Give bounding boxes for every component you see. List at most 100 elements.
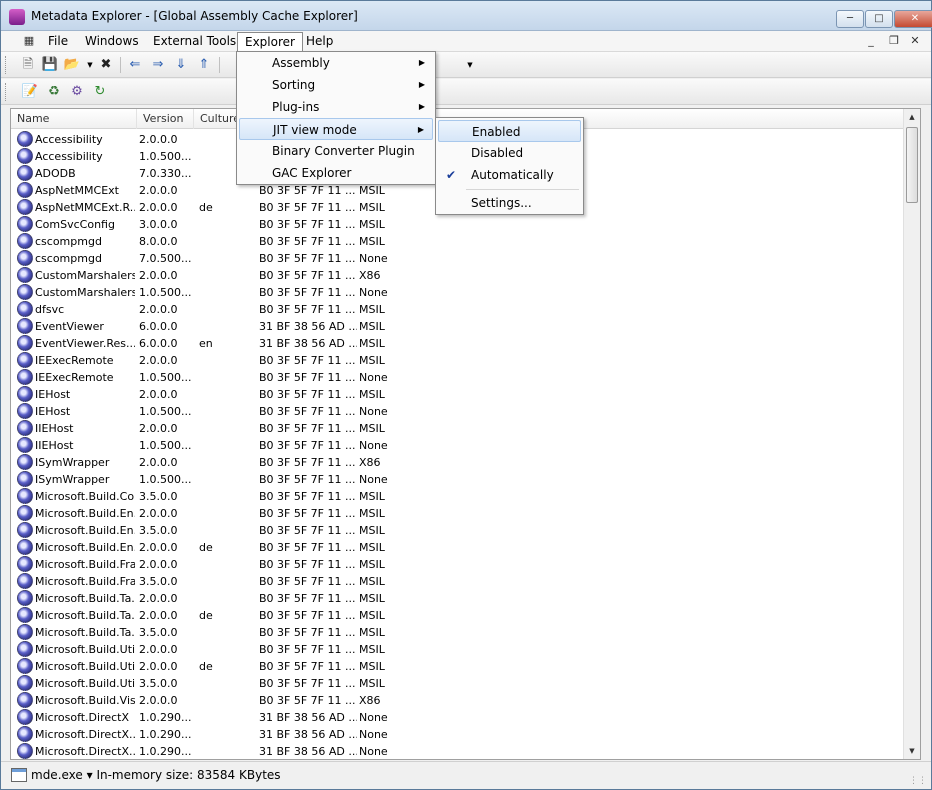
table-row[interactable]: EventViewer.Res... 6.0.0.0 en 31 BF 38 56 A… — [11, 335, 906, 352]
combo-dropdown-icon[interactable]: ▼ — [461, 56, 479, 74]
menu-external-tools[interactable]: External Tools — [146, 32, 243, 51]
table-row[interactable]: Microsoft.Build.Fra... 2.0.0.0 B0 3F 5F 7F… — [11, 556, 906, 573]
menu-file[interactable]: File — [41, 32, 75, 51]
table-row[interactable]: Microsoft.Build.Ta... 3.5.0.0 B0 3F 5F 7F … — [11, 624, 906, 641]
vertical-scrollbar[interactable]: ▲ ▼ — [903, 109, 920, 759]
cell-name: Microsoft.Build.En... — [35, 541, 135, 554]
column-header-version[interactable]: Version — [137, 109, 194, 129]
table-row[interactable]: Microsoft.Build.Co... 3.5.0.0 B0 3F 5F 7F … — [11, 488, 906, 505]
jit-menu-automatically[interactable]: ✔ Automatically — [438, 164, 581, 186]
submenu-arrow-icon: ▶ — [417, 125, 424, 134]
cell-version: 7.0.500... — [139, 252, 191, 265]
cell-name: Microsoft.Build.Util... — [35, 660, 135, 673]
table-row[interactable]: cscompmgd 8.0.0.0 B0 3F 5F 7F 11 ... MSIL — [11, 233, 906, 250]
minimize-button[interactable]: ─ — [836, 10, 864, 28]
table-row[interactable]: Microsoft.Build.Ta... 2.0.0.0 B0 3F 5F 7F … — [11, 590, 906, 607]
table-row[interactable]: CustomMarshalers 2.0.0.0 B0 3F 5F 7F 11 ..… — [11, 267, 906, 284]
table-row[interactable]: IEHost 1.0.500... B0 3F 5F 7F 11 ... None — [11, 403, 906, 420]
table-row[interactable]: IEExecRemote 2.0.0.0 B0 3F 5F 7F 11 ... MSI… — [11, 352, 906, 369]
status-text[interactable]: mde.exe ▾ In-memory size: 83584 KBytes — [31, 768, 281, 782]
table-row[interactable]: Microsoft.Build.Util... 2.0.0.0 B0 3F 5F 7… — [11, 641, 906, 658]
table-row[interactable]: Microsoft.Build.Vis... 2.0.0.0 B0 3F 5F 7F… — [11, 692, 906, 709]
mdi-minimize-icon[interactable]: _ — [865, 35, 877, 47]
mdi-close-icon[interactable]: ✕ — [909, 35, 921, 47]
table-row[interactable]: Microsoft.Build.Ta... 2.0.0.0 de B0 3F 5F 7… — [11, 607, 906, 624]
mdi-child-icon[interactable]: ▦ — [23, 35, 35, 47]
menu-bar: ▦ File Windows External Tools Explorer H… — [1, 31, 931, 52]
table-row[interactable]: EventViewer 6.0.0.0 31 BF 38 56 AD ... MSIL — [11, 318, 906, 335]
cell-processor: MSIL — [359, 677, 385, 690]
open-folder-icon[interactable]: 📂 — [63, 56, 81, 74]
cell-name: AspNetMMCExt.R... — [35, 201, 135, 214]
delete-icon[interactable]: ✖ — [97, 56, 115, 74]
table-row[interactable]: Microsoft.Build.En... 2.0.0.0 B0 3F 5F 7F … — [11, 505, 906, 522]
table-row[interactable]: IEExecRemote 1.0.500... B0 3F 5F 7F 11 ...… — [11, 369, 906, 386]
cell-processor: MSIL — [359, 218, 385, 231]
table-row[interactable]: Microsoft.DirectX.... 1.0.290... 31 BF 38 … — [11, 743, 906, 759]
menu-item-label: Assembly — [272, 56, 330, 70]
cell-public-key-token: B0 3F 5F 7F 11 ... — [259, 694, 356, 707]
explorer-menu-plug-ins[interactable]: Plug-ins ▶ — [239, 96, 433, 118]
reload-icon[interactable]: ↻ — [91, 83, 109, 101]
maximize-button[interactable]: □ — [865, 10, 893, 28]
cell-processor: X86 — [359, 694, 381, 707]
new-icon[interactable]: 🗎 — [19, 56, 37, 74]
assembly-icon — [17, 692, 33, 708]
assembly-icon — [17, 199, 33, 215]
assembly-tools-icon[interactable]: ⚙ — [68, 83, 86, 101]
cell-culture — [199, 726, 254, 743]
properties-icon[interactable]: 📝 — [21, 83, 39, 101]
scroll-thumb[interactable] — [906, 127, 918, 203]
menu-explorer[interactable]: Explorer — [237, 32, 303, 51]
jit-menu-settings[interactable]: Settings... — [438, 192, 581, 214]
table-row[interactable]: Microsoft.Build.Fra... 3.5.0.0 B0 3F 5F 7F… — [11, 573, 906, 590]
cell-name: cscompmgd — [35, 235, 102, 248]
cell-name: Microsoft.DirectX.... — [35, 745, 135, 758]
cell-processor: MSIL — [359, 388, 385, 401]
close-button[interactable]: ✕ — [894, 10, 932, 28]
scroll-down-arrow-icon[interactable]: ▼ — [904, 743, 920, 759]
explorer-menu-binary-converter[interactable]: Binary Converter Plugin — [239, 140, 433, 162]
resize-grip-icon[interactable]: ⋮⋮ — [909, 776, 927, 786]
submenu-arrow-icon: ▶ — [418, 80, 425, 89]
table-row[interactable]: IIEHost 1.0.500... B0 3F 5F 7F 11 ... None — [11, 437, 906, 454]
table-row[interactable]: Microsoft.Build.Util... 3.5.0.0 B0 3F 5F 7… — [11, 675, 906, 692]
table-row[interactable]: ComSvcConfig 3.0.0.0 B0 3F 5F 7F 11 ... MSI… — [11, 216, 906, 233]
table-row[interactable]: ISymWrapper 1.0.500... B0 3F 5F 7F 11 ... N… — [11, 471, 906, 488]
table-row[interactable]: ISymWrapper 2.0.0.0 B0 3F 5F 7F 11 ... X86 — [11, 454, 906, 471]
explorer-menu-assembly[interactable]: Assembly ▶ — [239, 52, 433, 74]
table-row[interactable]: IIEHost 2.0.0.0 B0 3F 5F 7F 11 ... MSIL — [11, 420, 906, 437]
menu-windows[interactable]: Windows — [78, 32, 146, 51]
cell-name: Microsoft.Build.Ta... — [35, 626, 135, 639]
jit-menu-enabled[interactable]: Enabled — [438, 120, 581, 142]
table-row[interactable]: Microsoft.Build.Util... 2.0.0.0 de B0 3F 5F… — [11, 658, 906, 675]
table-row[interactable]: Microsoft.DirectX.... 1.0.290... 31 BF 38 … — [11, 726, 906, 743]
table-row[interactable]: IEHost 2.0.0.0 B0 3F 5F 7F 11 ... MSIL — [11, 386, 906, 403]
table-row[interactable]: Microsoft.DirectX 1.0.290... 31 BF 38 56 A… — [11, 709, 906, 726]
jit-menu-disabled[interactable]: Disabled — [438, 142, 581, 164]
back-arrow-icon[interactable]: ⇐ — [126, 56, 144, 74]
cell-processor: MSIL — [359, 592, 385, 605]
table-row[interactable]: Microsoft.Build.En... 3.5.0.0 B0 3F 5F 7F … — [11, 522, 906, 539]
explorer-menu-sorting[interactable]: Sorting ▶ — [239, 74, 433, 96]
table-row[interactable]: cscompmgd 7.0.500... B0 3F 5F 7F 11 ... Non… — [11, 250, 906, 267]
cell-culture: en — [199, 337, 213, 350]
forward-arrow-icon[interactable]: ⇒ — [149, 56, 167, 74]
column-header-name[interactable]: Name — [11, 109, 137, 129]
explorer-menu-jit-view-mode[interactable]: JIT view mode ▶ — [239, 118, 433, 140]
toolbar-grip[interactable] — [5, 56, 8, 74]
cell-culture — [199, 369, 254, 386]
table-row[interactable]: CustomMarshalers 1.0.500... B0 3F 5F 7F 11… — [11, 284, 906, 301]
table-row[interactable]: Microsoft.Build.En... 2.0.0.0 de B0 3F 5F 7… — [11, 539, 906, 556]
mdi-restore-icon[interactable]: ❐ — [888, 35, 900, 47]
move-down-icon[interactable]: ⇓ — [172, 56, 190, 74]
refresh-assemblies-icon[interactable]: ♻ — [45, 83, 63, 101]
table-row[interactable]: dfsvc 2.0.0.0 B0 3F 5F 7F 11 ... MSIL — [11, 301, 906, 318]
cell-name: Microsoft.Build.Vis... — [35, 694, 135, 707]
move-up-icon[interactable]: ⇑ — [195, 56, 213, 74]
scroll-up-arrow-icon[interactable]: ▲ — [904, 109, 920, 125]
save-icon[interactable]: 💾 — [41, 56, 59, 74]
explorer-menu-gac-explorer[interactable]: GAC Explorer — [239, 162, 433, 184]
menu-help[interactable]: Help — [299, 32, 340, 51]
toolbar-grip[interactable] — [5, 83, 8, 101]
